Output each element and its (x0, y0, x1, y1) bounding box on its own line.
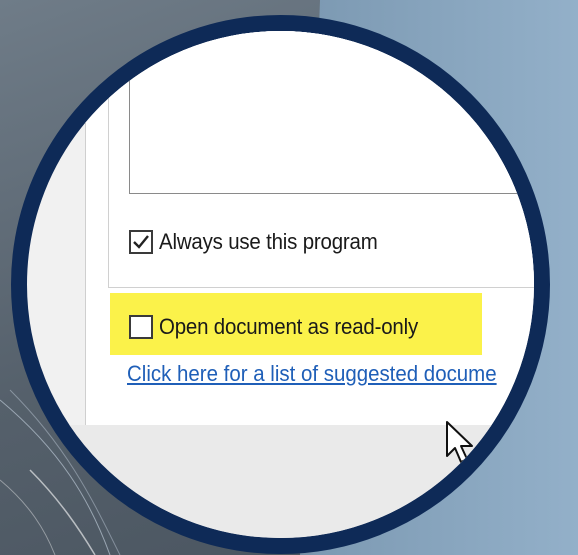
program-listbox[interactable] (129, 31, 534, 194)
always-use-program-row[interactable]: Always use this program (129, 229, 394, 255)
always-use-program-checkbox[interactable] (129, 230, 153, 254)
read-only-checkbox[interactable] (129, 315, 153, 339)
always-use-program-label: Always use this program (159, 229, 378, 254)
suggested-documents-link[interactable]: Click here for a list of suggested docum… (127, 361, 497, 387)
magnifier-lens: Always use this program Open document as… (11, 15, 550, 554)
read-only-label: Open document as read-only (159, 314, 419, 339)
mouse-pointer-icon (446, 421, 473, 463)
dialog-scene: Always use this program Open document as… (27, 31, 534, 538)
dialog-bottom-area (60, 425, 534, 538)
checkmark-icon (133, 235, 149, 249)
read-only-row[interactable]: Open document as read-only (129, 314, 438, 340)
